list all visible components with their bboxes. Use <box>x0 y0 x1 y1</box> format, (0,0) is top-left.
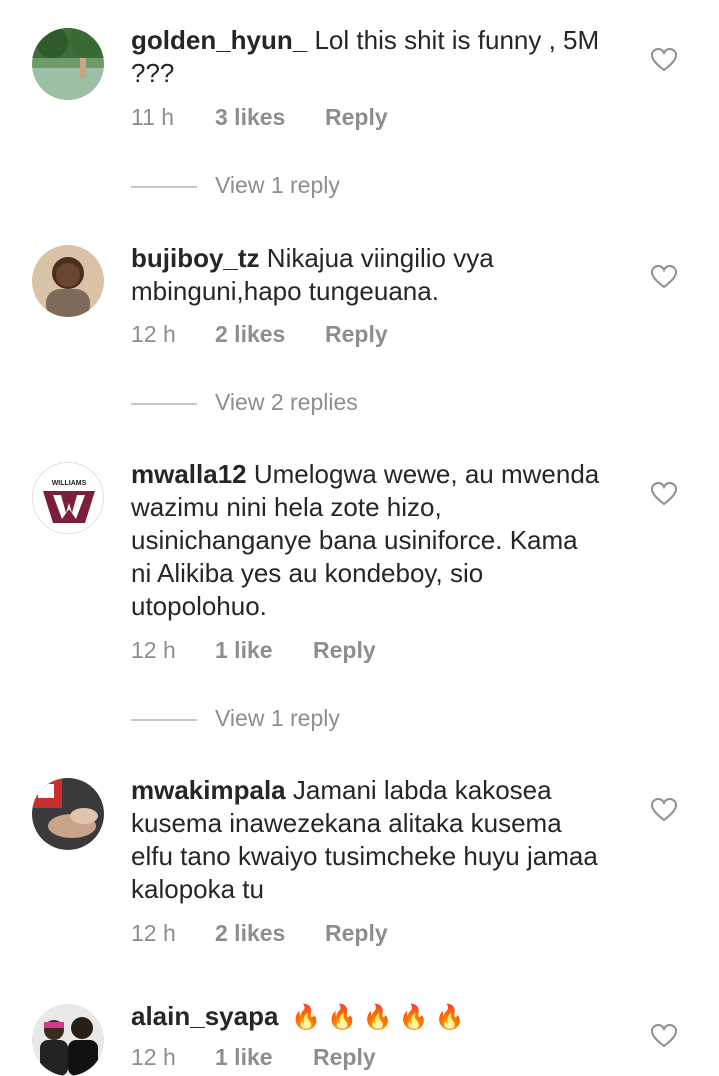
divider-line <box>131 186 197 188</box>
avatar[interactable] <box>32 245 104 317</box>
divider-line <box>131 403 197 405</box>
like-heart-icon[interactable] <box>651 482 677 506</box>
reply-button[interactable]: Reply <box>313 637 376 664</box>
two-people-photo-avatar-icon <box>32 1004 104 1076</box>
comment-time: 12 h <box>131 1044 176 1070</box>
comment-time: 12 h <box>131 920 176 946</box>
avatar[interactable] <box>32 28 104 100</box>
reply-button[interactable]: Reply <box>325 321 388 348</box>
avatar[interactable] <box>32 1004 104 1076</box>
like-heart-icon[interactable] <box>651 265 677 289</box>
comment-text: bujiboy_tz Nikajua viingilio vya mbingun… <box>131 242 611 308</box>
comment-time: 12 h <box>131 637 176 663</box>
comment-meta: 11 h 3 likes Reply <box>131 104 431 134</box>
photo-avatar-icon <box>32 778 104 850</box>
likes-count[interactable]: 3 likes <box>215 104 285 131</box>
like-heart-icon[interactable] <box>651 1024 677 1048</box>
comment-username[interactable]: mwakimpala <box>131 775 286 805</box>
comment-text: mwalla12 Umelogwa wewe, au mwenda wazimu… <box>131 458 601 623</box>
comment-username[interactable]: golden_hyun_ <box>131 25 307 55</box>
comment-username[interactable]: mwalla12 <box>131 459 247 489</box>
likes-count[interactable]: 2 likes <box>215 920 285 947</box>
person-photo-avatar-icon <box>32 245 104 317</box>
landscape-photo-avatar-icon <box>32 28 104 100</box>
avatar[interactable] <box>32 778 104 850</box>
comment-text: mwakimpala Jamani labda kakosea kusema i… <box>131 774 601 906</box>
comment-time: 11 h <box>131 104 175 130</box>
view-replies-label: View 1 reply <box>215 172 340 198</box>
avatar-logo-text: WILLIAMS <box>52 480 87 487</box>
like-heart-icon[interactable] <box>651 798 677 822</box>
comment-time: 12 h <box>131 321 176 347</box>
comment-meta: 12 h 1 like Reply <box>131 637 431 667</box>
view-replies-button[interactable]: View 1 reply <box>131 172 431 202</box>
reply-button[interactable]: Reply <box>325 104 388 131</box>
comment-username[interactable]: bujiboy_tz <box>131 243 260 273</box>
comment-meta: 12 h 2 likes Reply <box>131 920 431 950</box>
comment-text: alain_syapa 🔥🔥🔥🔥🔥 <box>131 1000 611 1034</box>
reply-button[interactable]: Reply <box>325 920 388 947</box>
like-heart-icon[interactable] <box>651 48 677 72</box>
fire-emoji-icon: 🔥🔥🔥🔥🔥 <box>278 1004 471 1031</box>
view-replies-button[interactable]: View 1 reply <box>131 705 431 735</box>
likes-count[interactable]: 1 like <box>215 1044 273 1071</box>
likes-count[interactable]: 1 like <box>215 637 273 664</box>
comment-text: golden_hyun_ Lol this shit is funny , 5M… <box>131 24 611 90</box>
divider-line <box>131 719 197 721</box>
comment-meta: 12 h 1 like Reply <box>131 1044 431 1074</box>
avatar[interactable]: WILLIAMS <box>32 462 104 534</box>
comment-meta: 12 h 2 likes Reply <box>131 321 431 351</box>
likes-count[interactable]: 2 likes <box>215 321 285 348</box>
williams-logo-avatar-icon: WILLIAMS <box>33 463 103 533</box>
view-replies-label: View 2 replies <box>215 389 358 415</box>
reply-button[interactable]: Reply <box>313 1044 376 1071</box>
view-replies-label: View 1 reply <box>215 705 340 731</box>
comment-username[interactable]: alain_syapa <box>131 1001 278 1031</box>
view-replies-button[interactable]: View 2 replies <box>131 389 431 419</box>
